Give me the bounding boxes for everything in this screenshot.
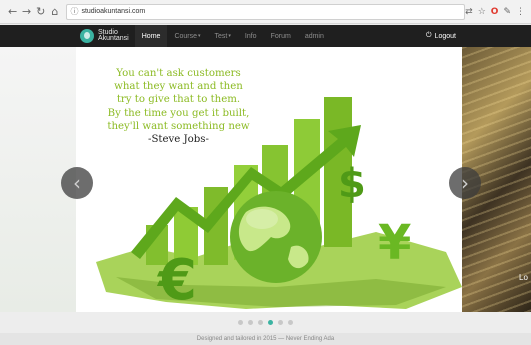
carousel-indicator[interactable] xyxy=(258,320,263,325)
quote-line: what they want and then xyxy=(114,81,243,93)
translate-icon[interactable]: ⇄ xyxy=(465,7,473,17)
pencil-icon[interactable]: ✎ xyxy=(503,7,511,17)
euro-symbol: € xyxy=(156,248,197,312)
menu-home[interactable]: Home xyxy=(134,25,168,47)
menu-admin-label: admin xyxy=(304,32,324,40)
carousel-indicator-active[interactable] xyxy=(268,320,273,325)
browser-toolbar: ← → ↻ ⌂ ⓘ studioakuntansi.com ⇄ ☆ O ✎ ⋮ xyxy=(0,0,531,24)
quote-line: they'll want something new xyxy=(107,120,250,132)
carousel-prev-button[interactable]: ‹ xyxy=(61,167,93,199)
site-navbar: Studio Akuntansi Home Course ▾ Test ▾ In… xyxy=(0,25,531,47)
logout-link[interactable]: ⏻ Logout xyxy=(426,32,456,40)
forward-icon[interactable]: → xyxy=(21,5,32,19)
menu-admin[interactable]: admin xyxy=(298,25,331,47)
hero-carousel: € $ ¥ You can't ask customers what they … xyxy=(0,47,531,312)
bookmark-star-icon[interactable]: ☆ xyxy=(478,7,486,17)
active-slide: € $ ¥ You can't ask customers what they … xyxy=(76,47,462,312)
menu-info-label: Info xyxy=(244,32,257,40)
carousel-indicator[interactable] xyxy=(288,320,293,325)
quote-line: You can't ask customers xyxy=(116,68,241,79)
globe-shine xyxy=(246,209,278,229)
browser-actions: ⇄ ☆ O ✎ ⋮ xyxy=(465,7,525,17)
home-icon[interactable]: ⌂ xyxy=(49,5,60,19)
site-footer: Designed and tailored in 2015 — Never En… xyxy=(0,333,531,345)
carousel-indicator[interactable] xyxy=(248,320,253,325)
steve-jobs-quote: You can't ask customers what they want a… xyxy=(96,67,261,146)
caret-down-icon: ▾ xyxy=(198,33,201,39)
menu-info[interactable]: Info xyxy=(238,25,264,47)
menu-test[interactable]: Test ▾ xyxy=(208,25,238,47)
dollar-symbol: $ xyxy=(338,161,366,207)
menu-forum[interactable]: Forum xyxy=(264,25,298,47)
reload-icon[interactable]: ↻ xyxy=(35,5,46,19)
yen-symbol: ¥ xyxy=(378,215,411,271)
carousel-indicators xyxy=(0,320,531,325)
menu-course-label: Course xyxy=(174,32,198,40)
logo-mark-icon xyxy=(80,29,94,43)
menu-test-label: Test xyxy=(214,32,228,40)
opera-extension-icon[interactable]: O xyxy=(491,7,499,17)
caret-down-icon: ▾ xyxy=(228,33,231,39)
menu-dots-icon[interactable]: ⋮ xyxy=(516,7,525,17)
logo-text: Studio Akuntansi xyxy=(98,29,129,42)
back-icon[interactable]: ← xyxy=(7,5,18,19)
quote-line: try to give that to them. xyxy=(116,94,241,106)
logout-label: Logout xyxy=(434,32,456,40)
quote-line: By the time you get it built, xyxy=(107,107,250,119)
chevron-right-icon: › xyxy=(461,171,469,195)
carousel-indicator[interactable] xyxy=(278,320,283,325)
logo-line2: Akuntansi xyxy=(98,35,129,42)
site-logo[interactable]: Studio Akuntansi xyxy=(80,29,129,43)
menu-forum-label: Forum xyxy=(270,32,291,40)
carousel-indicator[interactable] xyxy=(238,320,243,325)
carousel-next-button[interactable]: › xyxy=(449,167,481,199)
chevron-left-icon: ‹ xyxy=(73,171,81,195)
power-icon: ⏻ xyxy=(426,32,432,39)
main-menu: Home Course ▾ Test ▾ Info Forum admin xyxy=(134,25,331,47)
address-bar[interactable]: ⓘ studioakuntansi.com xyxy=(66,3,466,20)
quote-author: -Steve Jobs- xyxy=(148,134,209,146)
info-icon[interactable]: ⓘ xyxy=(70,6,78,17)
menu-course[interactable]: Course ▾ xyxy=(167,25,207,47)
next-slide-caption: Lo xyxy=(519,273,528,282)
url-text: studioakuntansi.com xyxy=(81,8,146,15)
menu-home-label: Home xyxy=(141,32,161,40)
footer-text: Designed and tailored in 2015 — Never En… xyxy=(196,336,335,342)
